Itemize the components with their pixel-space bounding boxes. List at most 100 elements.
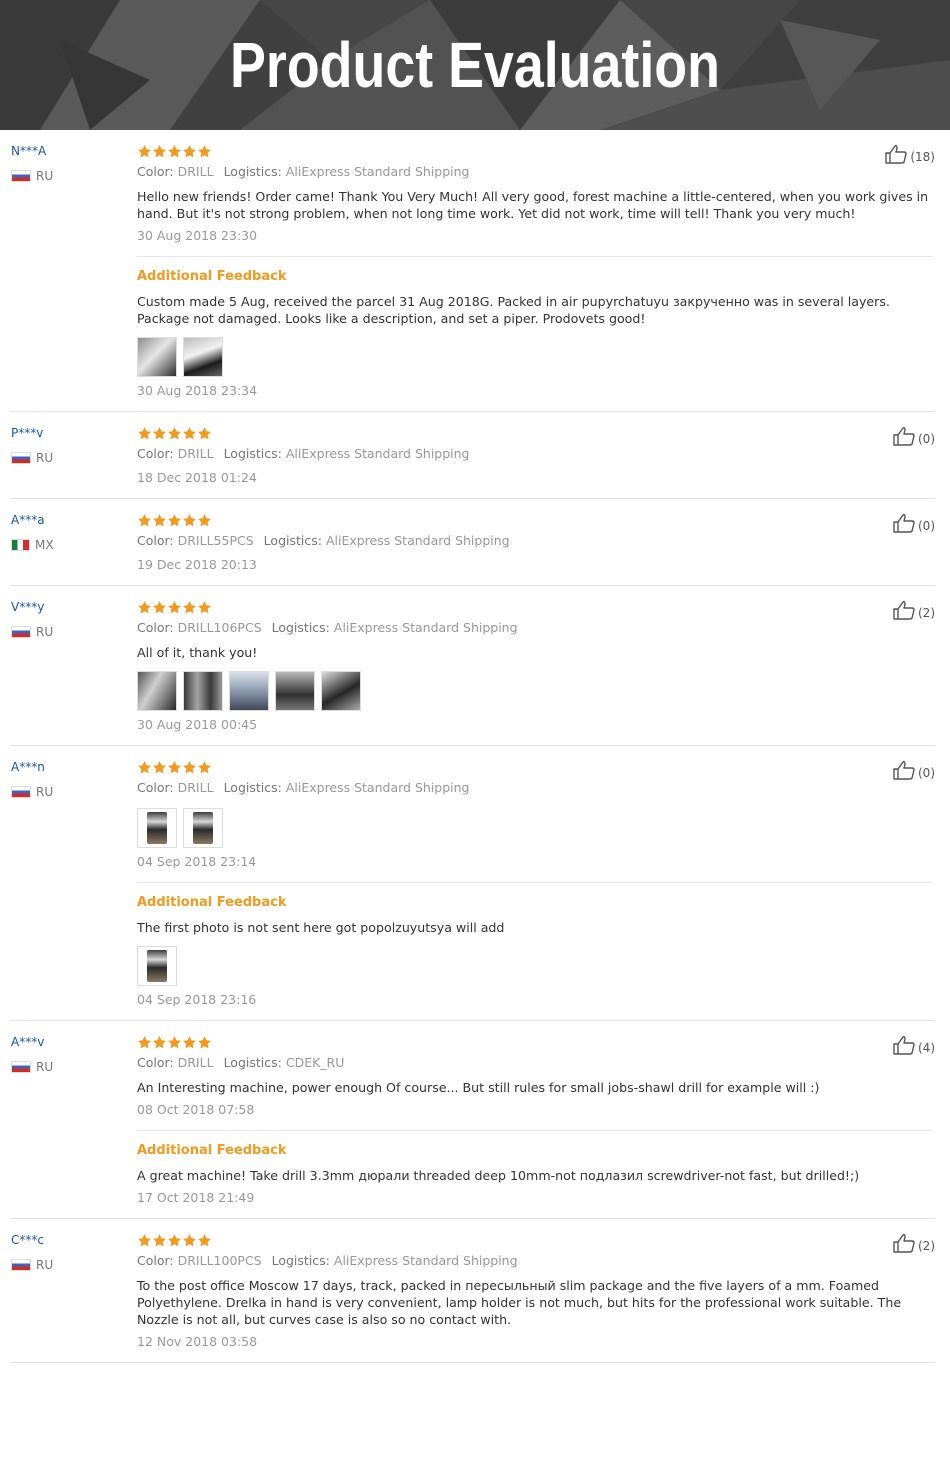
color-label: Color: [137,1253,174,1268]
color-value: DRILL [177,446,214,461]
logistics-label: Logistics: [223,164,282,179]
review-photo[interactable] [137,946,177,986]
review-photos [137,671,933,711]
additional-feedback-heading: Additional Feedback [137,1143,287,1158]
thumbs-up-icon [892,1035,916,1055]
logistics-value: AliExpress Standard Shipping [325,533,510,548]
review-photo[interactable] [183,808,223,848]
review-content: Color: DRILL100PCS Logistics: AliExpress … [137,1219,933,1362]
review-content: Color: DRILL Logistics: AliExpress Standa… [137,746,933,1020]
star-icon [137,513,152,528]
helpful-button[interactable]: (0) [892,513,935,533]
review-text: All of it, thank you! [137,645,258,660]
star-rating [137,1033,933,1051]
helpful-count: (0) [918,766,935,780]
logistics-label: Logistics: [271,1253,330,1268]
review-photo[interactable] [275,671,315,711]
additional-feedback-text: Custom made 5 Aug, received the parcel 3… [137,294,890,326]
star-icon [152,144,167,159]
helpful-count: (0) [918,432,935,446]
star-icon [167,426,182,441]
additional-feedback-text: A great machine! Take drill 3.3mm дюрали… [137,1168,860,1183]
divider [137,1130,933,1131]
review-photo[interactable] [321,671,361,711]
color-value: DRILL [177,164,214,179]
review-photo[interactable] [183,337,223,377]
star-icon [182,1035,197,1050]
review-list: N***A RU (18) Color: DRILL Logistics: AliExp… [0,130,950,1363]
star-icon [152,600,167,615]
star-icon [137,144,152,159]
country-code: RU [36,625,54,639]
review-text: An Interesting machine, power enough Of … [137,1080,820,1095]
reviewer-country: RU [11,785,121,799]
review-date: 12 Nov 2018 03:58 [137,1334,258,1349]
thumbs-up-icon [892,426,916,446]
reviewer-info: V***y RU [11,600,121,639]
star-icon [182,1233,197,1248]
star-icon [197,144,212,159]
helpful-button[interactable]: (2) [892,600,935,620]
order-info: Color: DRILL55PCS Logistics: AliExpress S… [137,533,933,551]
helpful-button[interactable]: (2) [892,1233,935,1253]
reviewer-name[interactable]: C***c [11,1233,121,1251]
star-icon [152,1035,167,1050]
reviewer-name[interactable]: P***v [11,426,121,444]
star-icon [182,760,197,775]
helpful-button[interactable]: (0) [892,760,935,780]
order-info: Color: DRILL100PCS Logistics: AliExpress … [137,1253,933,1271]
review-photo[interactable] [137,671,177,711]
star-icon [182,513,197,528]
review-photo[interactable] [137,337,177,377]
helpful-button[interactable]: (18) [884,144,935,164]
review-photo[interactable] [137,808,177,848]
logistics-label: Logistics: [223,446,282,461]
helpful-button[interactable]: (4) [892,1035,935,1055]
review-date: 30 Aug 2018 23:30 [137,228,258,243]
divider [137,256,933,257]
star-icon [182,144,197,159]
star-rating [137,511,933,529]
reviewer-name[interactable]: A***a [11,513,121,531]
star-icon [182,600,197,615]
country-code: RU [36,169,54,183]
reviewer-name[interactable]: V***y [11,600,121,618]
additional-photos [137,337,933,377]
star-icon [167,1035,182,1050]
review-date: 08 Oct 2018 07:58 [137,1102,255,1117]
logistics-value: AliExpress Standard Shipping [333,1253,518,1268]
review-photos [137,808,933,848]
reviewer-info: A***a MX [11,513,121,552]
star-icon [167,513,182,528]
star-icon [197,600,212,615]
review-photo[interactable] [229,671,269,711]
star-rating [137,142,933,160]
reviewer-name[interactable]: A***v [11,1035,121,1053]
review-item: A***v RU (4) Color: DRILL Logistics: CDEK_RU… [10,1021,935,1219]
review-date: 18 Dec 2018 01:24 [137,470,257,485]
star-icon [197,426,212,441]
logistics-label: Logistics: [271,620,330,635]
thumbs-up-icon [884,144,908,164]
reviewer-name[interactable]: N***A [11,144,121,162]
review-photo[interactable] [183,671,223,711]
review-content: Color: DRILL55PCS Logistics: AliExpress S… [137,499,933,585]
reviewer-info: A***v RU [11,1035,121,1074]
helpful-button[interactable]: (0) [892,426,935,446]
reviewer-country: RU [11,625,121,639]
star-icon [182,426,197,441]
reviewer-country: RU [11,451,121,465]
page-title: Product Evaluation [230,29,720,101]
star-icon [197,1035,212,1050]
review-content: Color: DRILL106PCS Logistics: AliExpress … [137,586,933,745]
color-label: Color: [137,1055,174,1070]
flag-icon [11,539,30,551]
flag-icon [11,452,31,464]
star-icon [167,1233,182,1248]
star-icon [197,1233,212,1248]
country-code: RU [36,1060,54,1074]
reviewer-name[interactable]: A***n [11,760,121,778]
logistics-label: Logistics: [223,1055,282,1070]
color-label: Color: [137,533,174,548]
review-date: 19 Dec 2018 20:13 [137,557,257,572]
